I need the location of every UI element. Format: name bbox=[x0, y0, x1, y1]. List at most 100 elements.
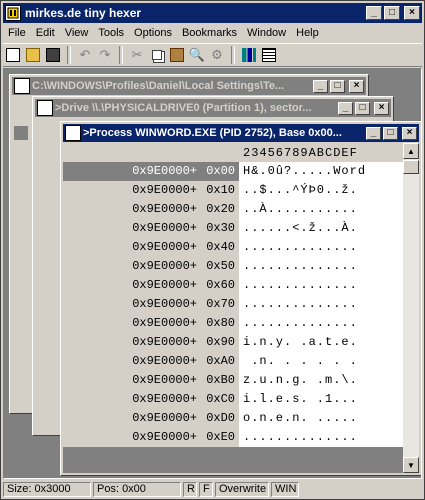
process-window[interactable]: >Process WINWORD.EXE (PID 2752), Base 0x… bbox=[60, 121, 421, 476]
hex-row[interactable]: 0x9E0000+ 0x40.............. bbox=[63, 238, 403, 257]
scroll-thumb[interactable] bbox=[403, 160, 419, 174]
row-offset: 0x80 bbox=[199, 314, 239, 333]
hex-row[interactable]: 0x9E0000+ 0x20 ..À........... bbox=[63, 200, 403, 219]
menu-options[interactable]: Options bbox=[129, 27, 177, 39]
hex-row[interactable]: 0x9E0000+ 0x00 H&.0û?.....Word bbox=[63, 162, 403, 181]
hex-row[interactable]: 0x9E0000+ 0xB0 z.u.n.g. .m.\. bbox=[63, 371, 403, 390]
cut-button[interactable]: ✂ bbox=[127, 45, 147, 65]
maximize-button[interactable]: □ bbox=[384, 6, 400, 20]
hex-row[interactable]: 0x9E0000+ 0xA0 .n. . . . . . bbox=[63, 352, 403, 371]
toolbar: ↶ ↷ ✂ 🔍 ⚙ bbox=[3, 43, 422, 67]
stats-button[interactable] bbox=[239, 45, 259, 65]
row-ascii[interactable]: .............. bbox=[239, 314, 403, 333]
new-button[interactable] bbox=[3, 45, 23, 65]
row-address: 0x9E0000+ bbox=[63, 295, 199, 314]
row-ascii[interactable]: .............. bbox=[239, 428, 403, 447]
menu-bookmarks[interactable]: Bookmarks bbox=[177, 27, 242, 39]
app-title: mirkes.de tiny hexer bbox=[25, 6, 142, 20]
row-address: 0x9E0000+ bbox=[63, 352, 199, 371]
row-ascii[interactable]: .............. bbox=[239, 295, 403, 314]
copy-button[interactable] bbox=[147, 45, 167, 65]
hex-row[interactable]: 0x9E0000+ 0x60.............. bbox=[63, 276, 403, 295]
row-address: 0x9E0000+ bbox=[63, 181, 199, 200]
row-offset: 0xA0 bbox=[199, 352, 239, 371]
hex-row[interactable]: 0x9E0000+ 0xC0 i.l.e.s. .1... bbox=[63, 390, 403, 409]
row-ascii[interactable]: o.n.e.n. ..... bbox=[239, 409, 403, 428]
menu-view[interactable]: View bbox=[60, 27, 94, 39]
drive-window-titlebar[interactable]: >Drive \\.\PHYSICALDRIVE0 (Partition 1),… bbox=[35, 99, 391, 117]
vertical-scrollbar[interactable]: ▲ ▼ bbox=[403, 143, 419, 473]
mdi-workspace: C:\WINDOWS\Profiles\Daniel\Local Setting… bbox=[3, 68, 422, 479]
title-bar[interactable]: mirkes.de tiny hexer _ □ × bbox=[3, 3, 422, 23]
undo-button[interactable]: ↶ bbox=[75, 45, 95, 65]
menu-edit[interactable]: Edit bbox=[31, 27, 60, 39]
file-window-title: C:\WINDOWS\Profiles\Daniel\Local Setting… bbox=[32, 80, 285, 92]
process-window-close-button[interactable]: × bbox=[402, 126, 417, 140]
redo-button[interactable]: ↷ bbox=[95, 45, 115, 65]
open-button[interactable] bbox=[23, 45, 43, 65]
status-position: Pos: 0x00 bbox=[93, 482, 181, 497]
row-ascii[interactable]: .............. bbox=[239, 257, 403, 276]
menu-help[interactable]: Help bbox=[291, 27, 324, 39]
find-button[interactable]: 🔍 bbox=[187, 45, 207, 65]
row-ascii[interactable]: i.n.y. .a.t.e. bbox=[239, 333, 403, 352]
hex-view[interactable]: 23456789ABCDEF 0x9E0000+ 0x00 H&.0û?.....W… bbox=[63, 143, 419, 473]
process-window-maximize-button[interactable]: □ bbox=[383, 126, 398, 140]
drive-window-close-button[interactable]: × bbox=[374, 101, 389, 115]
row-ascii[interactable]: H&.0û?.....Word bbox=[239, 162, 403, 181]
row-offset: 0x50 bbox=[199, 257, 239, 276]
hex-row[interactable]: 0x9E0000+ 0x90 i.n.y. .a.t.e. bbox=[63, 333, 403, 352]
row-offset: 0xB0 bbox=[199, 371, 239, 390]
row-ascii[interactable]: .n. . . . . . bbox=[239, 352, 403, 371]
scroll-down-button[interactable]: ▼ bbox=[403, 457, 419, 473]
minimize-button[interactable]: _ bbox=[366, 6, 382, 20]
process-window-titlebar[interactable]: >Process WINWORD.EXE (PID 2752), Base 0x… bbox=[63, 124, 419, 142]
row-ascii[interactable]: i.l.e.s. .1... bbox=[239, 390, 403, 409]
row-ascii[interactable]: ..$...^ÝÞ0..ž. bbox=[239, 181, 403, 200]
file-window-body bbox=[12, 96, 32, 411]
file-window-maximize-button[interactable]: □ bbox=[330, 79, 345, 93]
open-icon bbox=[26, 48, 40, 62]
row-ascii[interactable]: ..À........... bbox=[239, 200, 403, 219]
file-window-icon bbox=[14, 78, 30, 94]
row-ascii[interactable]: z.u.n.g. .m.\. bbox=[239, 371, 403, 390]
row-ascii[interactable]: .............. bbox=[239, 238, 403, 257]
scroll-up-button[interactable]: ▲ bbox=[403, 143, 419, 159]
list-button[interactable] bbox=[259, 45, 279, 65]
drive-window-maximize-button[interactable]: □ bbox=[355, 101, 370, 115]
hex-header-columns: 23456789ABCDEF bbox=[243, 146, 358, 160]
save-button[interactable] bbox=[43, 45, 63, 65]
close-button[interactable]: × bbox=[404, 6, 420, 20]
row-offset: 0x20 bbox=[199, 200, 239, 219]
process-window-minimize-button[interactable]: _ bbox=[366, 126, 381, 140]
menu-tools[interactable]: Tools bbox=[93, 27, 129, 39]
toolbar-separator bbox=[231, 46, 235, 64]
redo-icon: ↷ bbox=[99, 47, 111, 62]
hex-row[interactable]: 0x9E0000+ 0x70.............. bbox=[63, 295, 403, 314]
status-mode[interactable]: Overwrite bbox=[215, 482, 269, 497]
row-ascii[interactable]: ......<.ž...À. bbox=[239, 219, 403, 238]
hex-row[interactable]: 0x9E0000+ 0xE0.............. bbox=[63, 428, 403, 447]
replace-button[interactable]: ⚙ bbox=[207, 45, 227, 65]
row-address: 0x9E0000+ bbox=[63, 238, 199, 257]
file-window-close-button[interactable]: × bbox=[349, 79, 364, 93]
hex-row[interactable]: 0x9E0000+ 0xD0 o.n.e.n. ..... bbox=[63, 409, 403, 428]
hex-row[interactable]: 0x9E0000+ 0x80.............. bbox=[63, 314, 403, 333]
hex-row[interactable]: 0x9E0000+ 0x50.............. bbox=[63, 257, 403, 276]
process-window-icon bbox=[65, 125, 81, 141]
paste-button[interactable] bbox=[167, 45, 187, 65]
drive-window-minimize-button[interactable]: _ bbox=[338, 101, 353, 115]
new-icon bbox=[6, 48, 20, 62]
row-address: 0x9E0000+ bbox=[63, 428, 199, 447]
file-window-minimize-button[interactable]: _ bbox=[313, 79, 328, 93]
status-bar: Size: 0x3000 Pos: 0x00 R F Overwrite WIN bbox=[3, 481, 422, 498]
row-ascii[interactable]: .............. bbox=[239, 276, 403, 295]
menu-file[interactable]: File bbox=[3, 27, 31, 39]
file-window-titlebar[interactable]: C:\WINDOWS\Profiles\Daniel\Local Setting… bbox=[12, 77, 366, 95]
menu-window[interactable]: Window bbox=[242, 27, 291, 39]
copy-icon bbox=[152, 50, 162, 60]
hex-row[interactable]: 0x9E0000+ 0x30 ......<.ž...À. bbox=[63, 219, 403, 238]
hexer-app-icon[interactable] bbox=[5, 5, 21, 21]
hex-row[interactable]: 0x9E0000+ 0x10 ..$...^ÝÞ0..ž. bbox=[63, 181, 403, 200]
stats-icon bbox=[242, 48, 256, 62]
